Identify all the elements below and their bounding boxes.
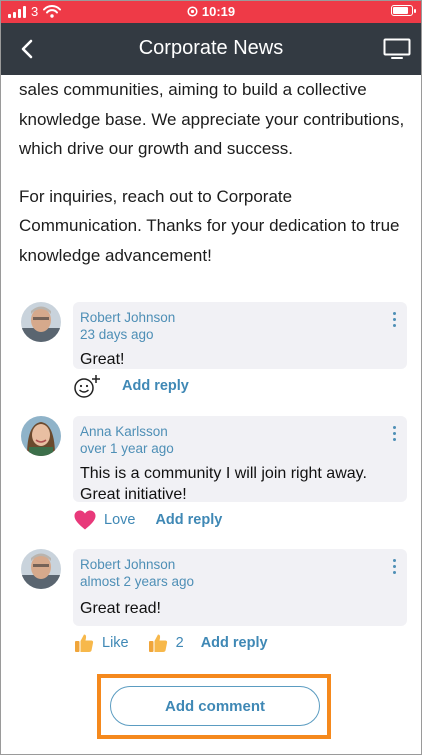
- comment-actions: Like 2 Add reply: [73, 631, 268, 655]
- avatar-photo: [21, 549, 61, 589]
- article-paragraph: sales communities, aiming to build a col…: [19, 80, 405, 158]
- status-right: [391, 5, 416, 16]
- comment-author[interactable]: Anna Karlsson: [80, 423, 399, 440]
- comment-actions: Love Add reply: [73, 508, 222, 532]
- add-reply-button[interactable]: Add reply: [155, 512, 222, 528]
- cast-button[interactable]: [381, 35, 413, 63]
- add-reaction-icon[interactable]: [73, 373, 103, 399]
- alarm-icon: [187, 6, 198, 17]
- more-options-icon[interactable]: [393, 312, 397, 327]
- app-header: Corporate News: [1, 23, 421, 75]
- status-bar: 3 10:19: [1, 1, 421, 23]
- thumbs-up-icon: [148, 634, 167, 652]
- comment-text: Great read!: [80, 600, 161, 617]
- avatar-photo: [21, 302, 61, 342]
- more-options-icon[interactable]: [393, 559, 397, 574]
- page-title: Corporate News: [138, 37, 284, 59]
- phone-screen: 3 10:19 Corporate News sales communities…: [0, 0, 422, 755]
- comment-date: almost 2 years ago: [80, 574, 195, 589]
- reaction-label[interactable]: Love: [104, 512, 135, 528]
- comment-date: over 1 year ago: [80, 441, 174, 456]
- tv-icon: [383, 38, 411, 59]
- comment-author[interactable]: Robert Johnson: [80, 556, 399, 573]
- comment-actions: Add reply: [73, 374, 189, 398]
- avatar[interactable]: [21, 416, 61, 456]
- comment-bubble: Anna Karlsson over 1 year ago This is a …: [73, 416, 407, 503]
- comment-text: Great!: [80, 351, 125, 368]
- comment-text: This is a community I will join right aw…: [80, 465, 367, 503]
- status-time-area: 10:19: [1, 4, 421, 19]
- heart-icon[interactable]: [73, 509, 97, 531]
- battery-icon: [391, 5, 416, 16]
- add-comment-button[interactable]: Add comment: [110, 686, 320, 726]
- reaction-count[interactable]: 2: [176, 635, 184, 651]
- status-time: 10:19: [201, 4, 236, 19]
- add-reply-button[interactable]: Add reply: [122, 378, 189, 394]
- avatar[interactable]: [21, 549, 61, 589]
- comment-bubble: Robert Johnson 23 days ago Great!: [73, 302, 407, 369]
- avatar[interactable]: [21, 302, 61, 342]
- comment-date: 23 days ago: [80, 327, 154, 342]
- reaction-label[interactable]: Like: [102, 635, 129, 651]
- thumbs-up-icon[interactable]: [73, 632, 95, 654]
- more-options-icon[interactable]: [393, 426, 397, 441]
- add-reply-button[interactable]: Add reply: [201, 635, 268, 651]
- article-body: sales communities, aiming to build a col…: [19, 75, 411, 270]
- avatar-photo: [21, 416, 61, 456]
- comment-author[interactable]: Robert Johnson: [80, 309, 399, 326]
- article-paragraph: For inquiries, reach out to Corporate Co…: [19, 186, 400, 265]
- battery-fill: [393, 7, 408, 14]
- comment-bubble: Robert Johnson almost 2 years ago Great …: [73, 549, 407, 626]
